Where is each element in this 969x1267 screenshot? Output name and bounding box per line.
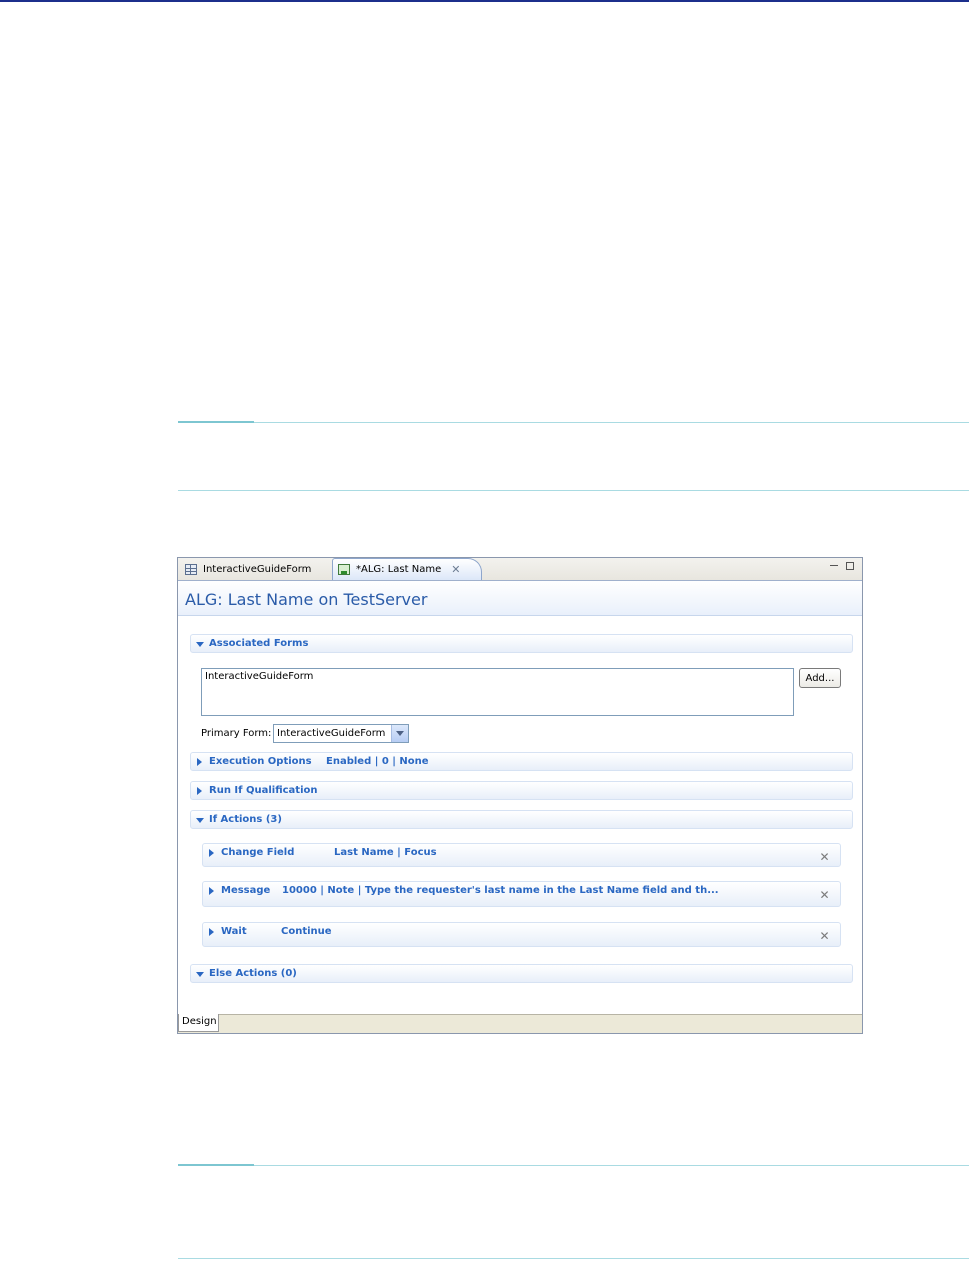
- form-icon: [185, 563, 197, 575]
- add-form-button[interactable]: Add...: [799, 668, 841, 688]
- chevron-down-icon[interactable]: [391, 725, 408, 742]
- primary-form-value: InteractiveGuideForm: [277, 728, 386, 739]
- section-if-actions[interactable]: If Actions (3): [190, 810, 853, 829]
- primary-form-label: Primary Form:: [201, 728, 272, 739]
- section-summary: Enabled | 0 | None: [326, 756, 429, 767]
- action-type: Wait: [221, 926, 247, 937]
- editor-title: ALG: Last Name on TestServer: [185, 590, 428, 609]
- delete-icon[interactable]: ✕: [819, 930, 830, 942]
- action-message[interactable]: Message 10000 | Note | Type the requeste…: [202, 881, 841, 907]
- maximize-icon[interactable]: [846, 562, 854, 570]
- tab-design[interactable]: Design: [178, 1014, 219, 1032]
- collapsed-triangle-icon: [209, 928, 214, 936]
- section-run-if-qualification[interactable]: Run If Qualification: [190, 781, 853, 800]
- collapsed-triangle-icon: [209, 849, 214, 857]
- action-summary: Last Name | Focus: [334, 847, 437, 858]
- action-change-field[interactable]: Change Field Last Name | Focus ✕: [202, 843, 841, 867]
- associated-forms-list[interactable]: InteractiveGuideForm: [201, 668, 794, 716]
- tab-label: InteractiveGuideForm: [203, 563, 312, 575]
- expanded-triangle-icon: [196, 642, 204, 647]
- tab-interactive-guide-form[interactable]: InteractiveGuideForm: [181, 558, 331, 580]
- collapsed-triangle-icon: [209, 887, 214, 895]
- expanded-triangle-icon: [196, 972, 204, 977]
- section-label: Run If Qualification: [209, 785, 318, 796]
- section-associated-forms[interactable]: Associated Forms: [190, 634, 853, 653]
- editor-tab-bar: InteractiveGuideForm *ALG: Last Name ✕: [178, 558, 862, 581]
- delete-icon[interactable]: ✕: [819, 889, 830, 901]
- delete-icon[interactable]: ✕: [819, 851, 830, 863]
- section-label: Else Actions (0): [209, 968, 297, 979]
- section-label: Associated Forms: [209, 638, 309, 649]
- primary-form-select[interactable]: InteractiveGuideForm: [273, 724, 409, 743]
- section-label: Execution Options: [209, 756, 312, 767]
- list-item[interactable]: InteractiveGuideForm: [205, 671, 313, 682]
- collapsed-triangle-icon: [197, 787, 202, 795]
- note-rule-bottom-2: [178, 1258, 969, 1259]
- section-execution-options[interactable]: Execution Options Enabled | 0 | None: [190, 752, 853, 771]
- section-label: If Actions (3): [209, 814, 282, 825]
- action-type: Message: [221, 885, 271, 896]
- note-rule-top: [178, 421, 969, 423]
- action-wait[interactable]: Wait Continue ✕: [202, 922, 841, 947]
- alg-editor-window: InteractiveGuideForm *ALG: Last Name ✕ A…: [177, 557, 863, 1034]
- tab-label: *ALG: Last Name: [356, 564, 442, 575]
- section-else-actions[interactable]: Else Actions (0): [190, 964, 853, 983]
- guide-icon: [338, 564, 350, 575]
- action-type: Change Field: [221, 847, 295, 858]
- collapsed-triangle-icon: [197, 758, 202, 766]
- close-icon[interactable]: ✕: [451, 563, 460, 576]
- tab-alg-last-name[interactable]: *ALG: Last Name ✕: [332, 558, 482, 580]
- note-rule-top-2: [178, 1164, 969, 1166]
- minimize-icon[interactable]: [830, 561, 838, 566]
- note-rule-bottom: [178, 490, 969, 491]
- page-top-rule: [0, 0, 969, 2]
- editor-header: ALG: Last Name on TestServer: [178, 581, 862, 616]
- action-summary: 10000 | Note | Type the requester's last…: [282, 885, 719, 896]
- expanded-triangle-icon: [196, 818, 204, 823]
- action-summary: Continue: [281, 926, 332, 937]
- editor-bottom-tabs: Design: [178, 1014, 862, 1033]
